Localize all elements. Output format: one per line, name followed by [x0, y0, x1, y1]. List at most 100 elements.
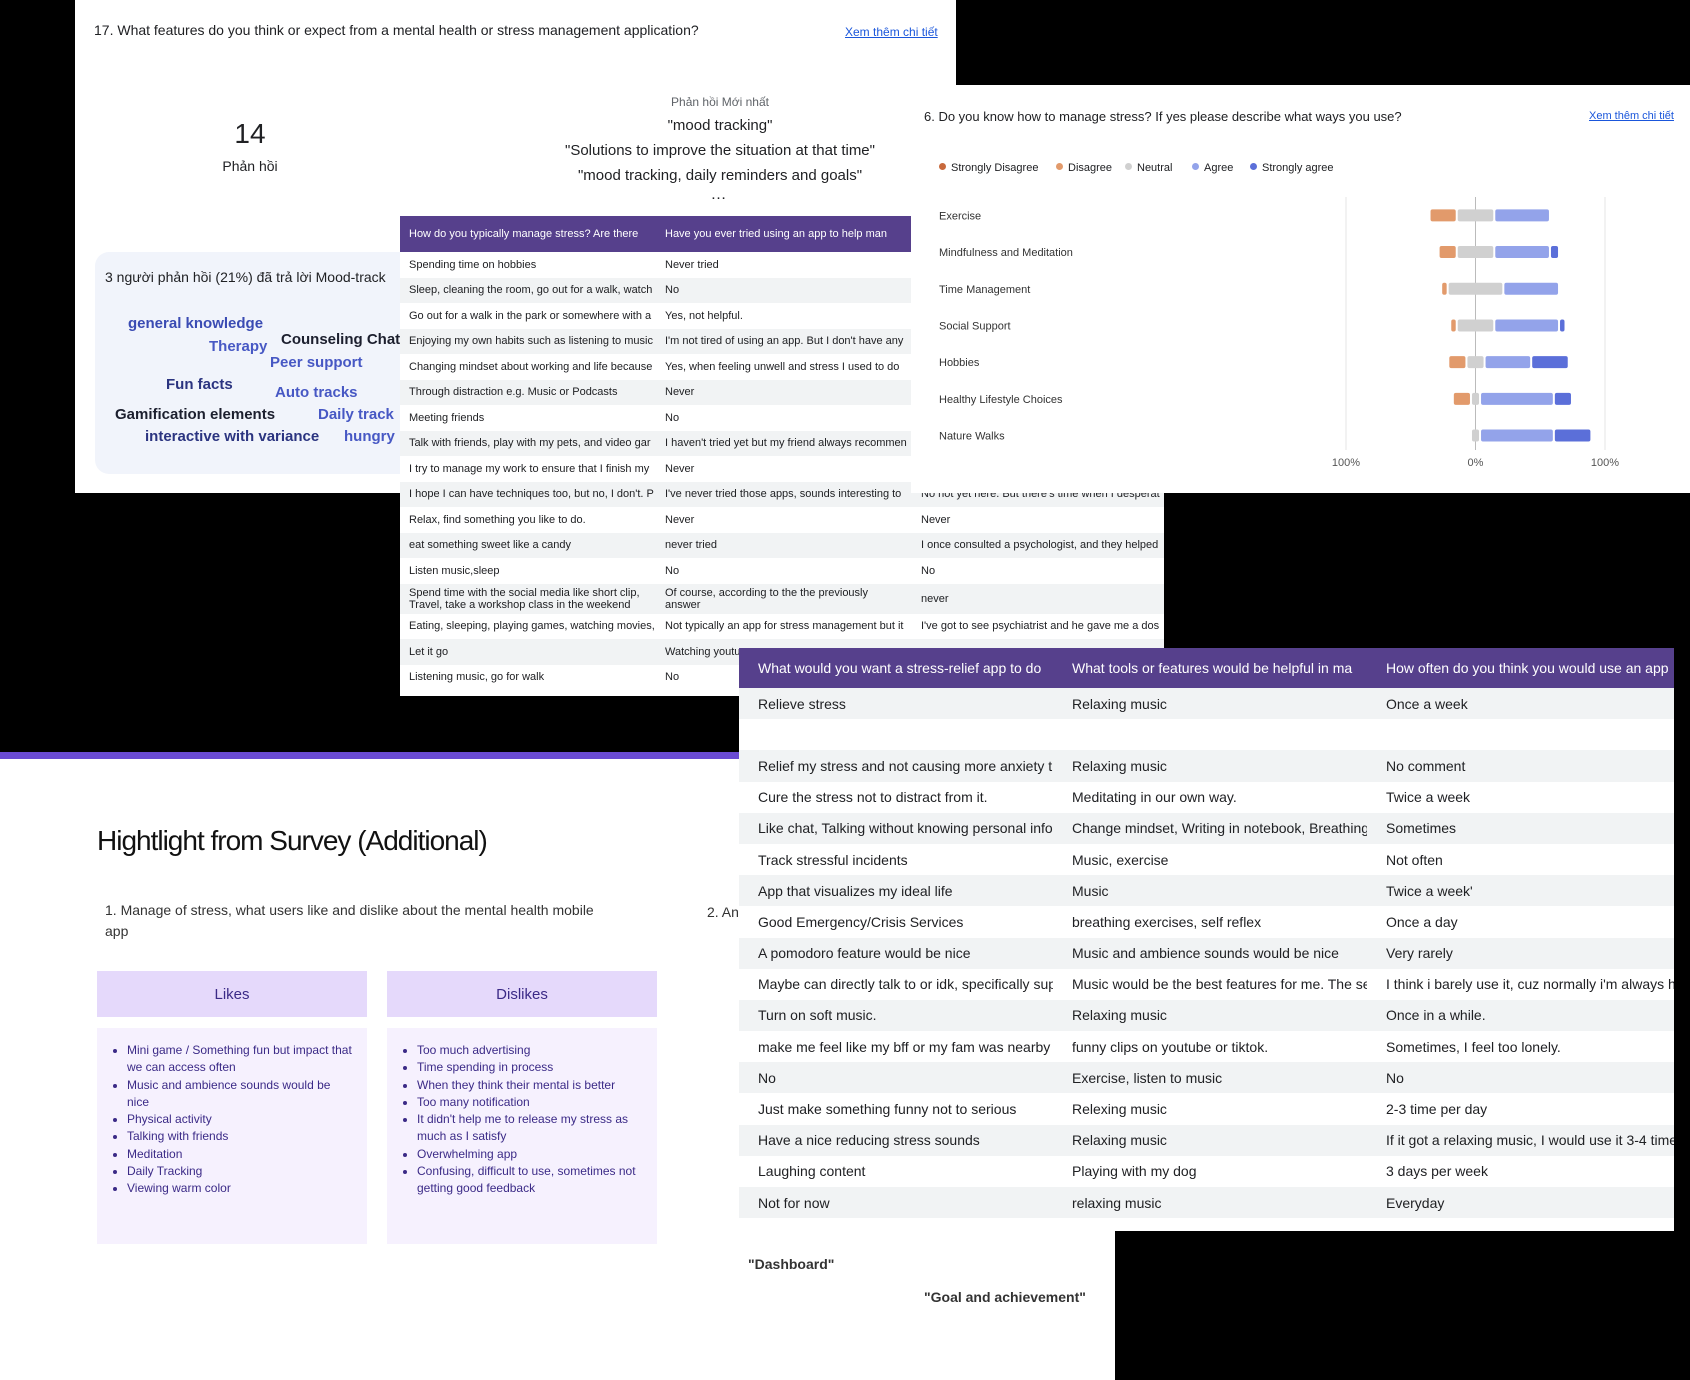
response-count-label: Phản hồi	[222, 158, 278, 174]
table-cell: Never	[665, 513, 695, 526]
table-row: make me feel like my bff or my fam was n…	[739, 1031, 1674, 1062]
table-cell: Very rarely	[1367, 937, 1674, 969]
table-cell: Just make something funny not to serious	[758, 1101, 1017, 1118]
bar-segment	[1457, 319, 1494, 332]
cloud-word: Peer support	[270, 354, 363, 371]
likes-item: Daily Tracking	[127, 1163, 367, 1180]
table-cell: Relaxing music	[1053, 999, 1367, 1032]
q17-more-link[interactable]: Xem thêm chi tiết	[845, 25, 938, 39]
cloud-word: Fun facts	[166, 376, 233, 393]
cloud-word: Daily track	[318, 406, 394, 423]
table-cell: I've got to see psychiatrist and he gave…	[921, 620, 1160, 633]
bar-segment	[1504, 282, 1559, 295]
q17-question: 17. What features do you think or expect…	[94, 22, 699, 38]
table-cell	[1367, 719, 1674, 750]
table-cell: No	[921, 564, 936, 577]
category-label: Time Management	[939, 284, 1030, 296]
table-cell: Laughing content	[758, 1163, 866, 1180]
table-row: Cure the stress not to distract from it.…	[739, 782, 1674, 813]
table-cell: Yes, when feeling unwell and stress I us…	[665, 360, 900, 373]
tick-label: 100%	[1591, 457, 1619, 469]
table-cell: Yes, not helpful.	[665, 309, 743, 322]
cloud-word: Gamification elements	[115, 406, 276, 423]
table-row: Relief my stress and not causing more an…	[739, 750, 1674, 782]
bar-segment	[1442, 282, 1447, 295]
table-cell: Never tried	[665, 258, 719, 271]
table-cell: I haven't tried yet but my friend always…	[656, 430, 912, 456]
table-cell: Everyday	[1367, 1187, 1674, 1219]
table-cell: Playing with my dog	[1072, 1163, 1197, 1180]
table-cell: never	[912, 583, 1164, 614]
table-cell: I've never tried those apps, sounds inte…	[656, 481, 912, 507]
bar-segment	[1457, 246, 1494, 259]
table-row: Turn on soft music. Relaxing music Once in…	[739, 999, 1674, 1032]
dislikes-card: Too much advertisingTime spending in pro…	[387, 1028, 657, 1244]
bar-segment	[1467, 356, 1484, 369]
table-row	[739, 719, 1674, 750]
table-cell	[1053, 719, 1367, 750]
bar-segment	[1457, 209, 1494, 222]
table-row: Have a nice reducing stress sounds Relaxi…	[739, 1124, 1674, 1156]
table-cell	[739, 719, 1053, 750]
table-cell: Relieve stress	[739, 688, 1053, 720]
table-cell: No	[739, 1062, 1053, 1094]
table-cell: Music and ambience sounds would be nice	[1053, 937, 1367, 969]
table-row: Maybe can directly talk to or idk, speci…	[739, 969, 1674, 1000]
relief-table: What would you want a stress-relief app …	[739, 648, 1674, 1219]
category-label: Hobbies	[939, 357, 980, 369]
table-cell: 3 days per week	[1386, 1163, 1488, 1180]
table-row: Not for now relaxing music Everyday	[739, 1187, 1674, 1219]
column-header[interactable]: How often do you think you would use an …	[1367, 648, 1674, 688]
column-header[interactable]: What would you want a stress-relief app …	[739, 648, 1053, 688]
table-cell: breathing exercises, self reflex	[1072, 913, 1262, 930]
bar-segment	[1495, 319, 1559, 332]
bar-segment	[1560, 319, 1565, 332]
column-header[interactable]: Have you ever tried using an app to help…	[656, 216, 912, 252]
table-cell: Once a week	[1367, 688, 1674, 720]
bar-segment	[1448, 282, 1503, 295]
table-cell: Sometimes, I feel too lonely.	[1386, 1038, 1561, 1055]
table-cell: Never	[656, 379, 912, 405]
table-cell: No	[656, 277, 912, 303]
table-cell: Sleep, cleaning the room, go out for a w…	[400, 277, 656, 303]
cloud-word: Counseling Chat	[281, 331, 401, 348]
table-cell: I'm not tired of using an app. But I don…	[656, 328, 912, 354]
table-cell: Exercise, listen to music	[1053, 1062, 1367, 1094]
table-cell: I once consulted a psychologist, and the…	[912, 532, 1164, 558]
table-cell: Eating, sleeping, playing games, watchin…	[409, 620, 655, 633]
column-header[interactable]: What tools or features would be helpful …	[1053, 648, 1367, 688]
dislikes-item: Confusing, difficult to use, sometimes n…	[417, 1163, 657, 1198]
table-cell: If it got a relaxing music, I would use …	[1367, 1124, 1674, 1156]
table-cell: Relief my stress and not causing more an…	[739, 750, 1053, 782]
dislikes-item: Time spending in process	[417, 1059, 657, 1076]
table-row: Laughing content Playing with my dog 3 day…	[739, 1156, 1674, 1187]
bar-segment	[1495, 246, 1549, 259]
table-cell: Twice a week'	[1367, 875, 1674, 907]
bar-segment	[1471, 429, 1480, 442]
category-label: Nature Walks	[939, 431, 1005, 443]
likes-item: Viewing warm color	[127, 1180, 367, 1197]
table-cell: A pomodoro feature would be nice	[739, 937, 1053, 969]
table-cell: Turn on soft music.	[739, 999, 1053, 1032]
table-cell: I think i barely use it, cuz normally i'…	[1386, 976, 1674, 993]
bar-segment	[1471, 392, 1480, 405]
cloud-word: general knowledge	[128, 315, 264, 332]
table-cell: No	[665, 564, 680, 577]
bar-segment	[1449, 356, 1466, 369]
table-cell: Spend time with the social media like sh…	[400, 583, 656, 614]
table-cell: Relax, find something you like to do.	[409, 513, 586, 526]
response-count: 14	[234, 118, 266, 149]
table-row: No Exercise, listen to music No	[739, 1062, 1674, 1094]
more-dots: …	[710, 186, 730, 203]
table-cell: Good Emergency/Crisis Services	[758, 913, 964, 930]
bar-segment	[1451, 319, 1456, 332]
column-header[interactable]: How do you typically manage stress? Are …	[400, 216, 656, 252]
bar-segment	[1481, 429, 1553, 442]
bar-segment	[1554, 392, 1571, 405]
dislikes-item: It didn't help me to release my stress a…	[417, 1111, 657, 1146]
table-cell: Relaxing music	[1053, 688, 1367, 720]
table-row: Like chat, Talking without knowing perso…	[739, 812, 1674, 844]
table-row: Spend time with the social media like sh…	[400, 583, 1164, 614]
category-label: Healthy Lifestyle Choices	[939, 394, 1063, 406]
highlight-item-1: 1. Manage of stress, what users like and…	[105, 902, 594, 939]
